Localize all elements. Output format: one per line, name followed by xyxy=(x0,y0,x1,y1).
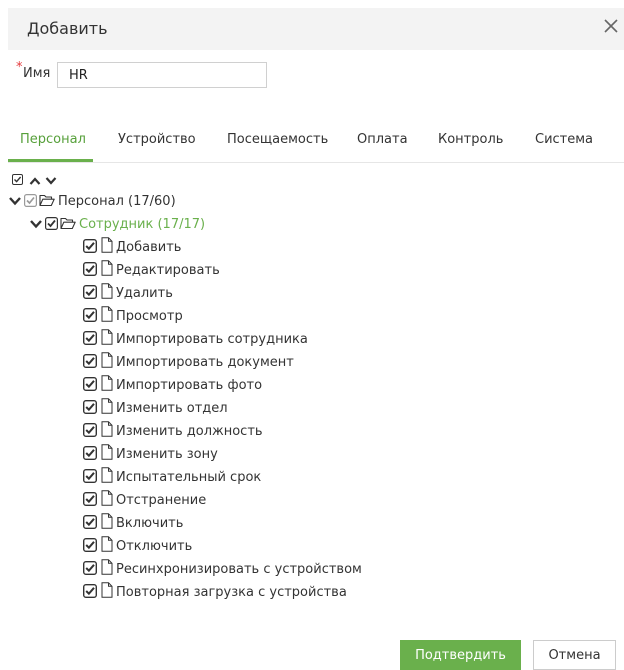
checkbox-partial-icon[interactable] xyxy=(24,192,38,211)
close-icon[interactable] xyxy=(600,15,622,37)
checkbox-checked-icon[interactable] xyxy=(82,376,98,395)
file-icon xyxy=(101,536,113,556)
tree-node-personnel[interactable]: Персонал (17/60) xyxy=(8,190,176,212)
dialog-header: Добавить xyxy=(8,8,624,50)
tree-leaf-label: Импортировать документ xyxy=(116,354,294,370)
tree-leaf-label: Отстранение xyxy=(116,492,207,508)
tree-leaf-label: Изменить отдел xyxy=(116,400,228,416)
chevron-down-icon[interactable] xyxy=(8,192,22,211)
tree-leaf-label: Просмотр xyxy=(116,308,183,324)
file-icon xyxy=(101,260,113,280)
checkbox-checked-icon[interactable] xyxy=(82,468,98,487)
name-input[interactable] xyxy=(57,62,267,88)
checkbox-icon[interactable] xyxy=(12,170,23,189)
tree-leaf-label: Повторная загрузка с устройства xyxy=(116,584,347,600)
file-icon xyxy=(101,283,113,303)
folder-open-icon xyxy=(60,215,76,234)
tree-leaf[interactable]: Отключить xyxy=(82,535,193,557)
tree-leaf[interactable]: Ресинхронизировать с устройством xyxy=(82,558,362,580)
file-icon xyxy=(101,421,113,441)
folder-open-icon xyxy=(39,192,55,211)
tree-leaf[interactable]: Удалить xyxy=(82,282,173,304)
tree-leaf[interactable]: Изменить должность xyxy=(82,420,263,442)
tab-device[interactable]: Устройство xyxy=(118,132,196,147)
file-icon xyxy=(101,375,113,395)
tree-leaf-label: Изменить зону xyxy=(116,446,218,462)
checkbox-checked-icon[interactable] xyxy=(82,307,98,326)
file-icon xyxy=(101,467,113,487)
tree-leaf[interactable]: Просмотр xyxy=(82,305,183,327)
checkbox-checked-icon[interactable] xyxy=(82,537,98,556)
checkbox-checked-icon[interactable] xyxy=(82,399,98,418)
checkbox-checked-icon[interactable] xyxy=(82,330,98,349)
checkbox-checked-icon[interactable] xyxy=(82,560,98,579)
file-icon xyxy=(101,306,113,326)
file-icon xyxy=(101,490,113,510)
tree-leaf-label: Импортировать фото xyxy=(116,377,263,393)
tree-leaf[interactable]: Отстранение xyxy=(82,489,207,511)
file-icon xyxy=(101,237,113,257)
name-label: Имя xyxy=(23,66,51,81)
tree-leaf-label: Удалить xyxy=(116,285,173,301)
chevron-down-icon[interactable] xyxy=(29,215,43,234)
cancel-button[interactable]: Отмена xyxy=(533,640,616,670)
confirm-button[interactable]: Подтвердить xyxy=(400,640,521,670)
tab-system[interactable]: Система xyxy=(535,132,593,147)
tree-leaf[interactable]: Добавить xyxy=(82,236,182,258)
tree-leaf-label: Отключить xyxy=(116,538,193,554)
checkbox-checked-icon[interactable] xyxy=(82,491,98,510)
permission-tabs: Персонал Устройство Посещаемость Оплата … xyxy=(8,124,624,163)
tree-leaf[interactable]: Импортировать документ xyxy=(82,351,294,373)
tab-personnel[interactable]: Персонал xyxy=(20,132,86,147)
chevron-up-icon[interactable] xyxy=(29,171,41,190)
chevron-down-icon[interactable] xyxy=(45,171,57,190)
checkbox-checked-icon[interactable] xyxy=(82,261,98,280)
tab-payment[interactable]: Оплата xyxy=(357,132,408,147)
file-icon xyxy=(101,513,113,533)
file-icon xyxy=(101,559,113,579)
checkbox-checked-icon[interactable] xyxy=(82,514,98,533)
tree-leaf[interactable]: Испытательный срок xyxy=(82,466,262,488)
tree-leaf-label: Испытательный срок xyxy=(116,469,262,485)
tree-leaf-label: Ресинхронизировать с устройством xyxy=(116,561,362,577)
tree-leaf[interactable]: Изменить отдел xyxy=(82,397,228,419)
tree-leaf-label: Добавить xyxy=(116,239,182,255)
checkbox-checked-icon[interactable] xyxy=(82,445,98,464)
tree-node-label: Сотрудник (17/17) xyxy=(79,216,206,232)
tree-leaf-label: Включить xyxy=(116,515,184,531)
dialog-title: Добавить xyxy=(27,19,108,38)
tab-access-control[interactable]: Контроль xyxy=(438,132,503,147)
tree-leaf[interactable]: Импортировать сотрудника xyxy=(82,328,308,350)
tree-leaf[interactable]: Повторная загрузка с устройства xyxy=(82,581,347,603)
checkbox-checked-icon[interactable] xyxy=(82,353,98,372)
tree-node-employee[interactable]: Сотрудник (17/17) xyxy=(29,213,205,235)
checkbox-checked-icon[interactable] xyxy=(82,238,98,257)
active-tab-indicator xyxy=(8,159,93,162)
tree-leaf-label: Редактировать xyxy=(116,262,220,278)
file-icon xyxy=(101,444,113,464)
checkbox-checked-icon[interactable] xyxy=(82,422,98,441)
tree-leaf[interactable]: Изменить зону xyxy=(82,443,218,465)
checkbox-checked-icon[interactable] xyxy=(45,215,59,234)
tree-leaf-label: Импортировать сотрудника xyxy=(116,331,308,347)
tab-attendance[interactable]: Посещаемость xyxy=(227,132,328,147)
file-icon xyxy=(101,329,113,349)
checkbox-checked-icon[interactable] xyxy=(82,284,98,303)
required-mark: * xyxy=(16,60,23,75)
checkbox-checked-icon[interactable] xyxy=(82,583,98,602)
tree-leaf-label: Изменить должность xyxy=(116,423,263,439)
tree-node-label: Персонал (17/60) xyxy=(58,193,176,209)
file-icon xyxy=(101,582,113,602)
file-icon xyxy=(101,398,113,418)
tree-leaf[interactable]: Импортировать фото xyxy=(82,374,263,396)
tree-leaf[interactable]: Включить xyxy=(82,512,184,534)
file-icon xyxy=(101,352,113,372)
tree-leaf[interactable]: Редактировать xyxy=(82,259,220,281)
